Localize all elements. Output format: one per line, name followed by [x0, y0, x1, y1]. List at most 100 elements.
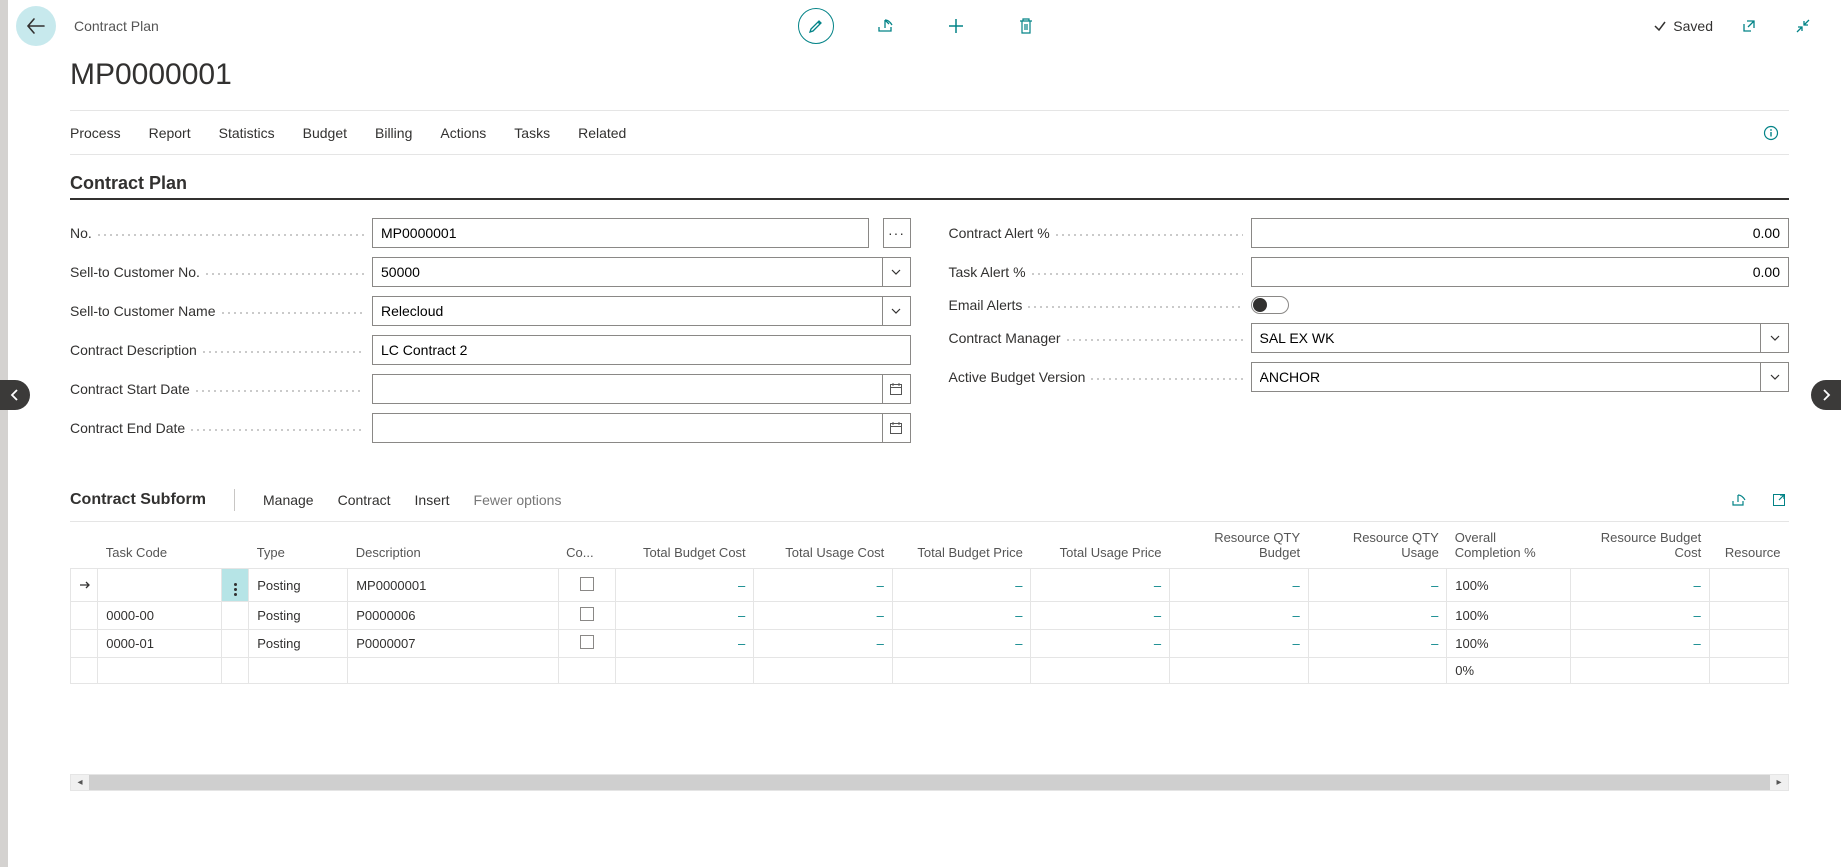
- popout-button[interactable]: [1731, 8, 1767, 44]
- col-total-usage-cost[interactable]: Total Usage Cost: [754, 522, 893, 569]
- subform-table: Task Code Type Description Co... Total B…: [70, 522, 1789, 684]
- menu-tabs: Process Report Statistics Budget Billing…: [70, 111, 1789, 155]
- table-row[interactable]: 0000-01PostingP0000007––––––100%–: [71, 630, 1789, 658]
- tab-actions[interactable]: Actions: [440, 125, 486, 141]
- col-total-budget-price[interactable]: Total Budget Price: [892, 522, 1031, 569]
- edit-button[interactable]: [798, 8, 834, 44]
- subform-fewer-options[interactable]: Fewer options: [474, 492, 562, 508]
- col-resource-qty-budget[interactable]: Resource QTY Budget: [1170, 522, 1309, 569]
- share-icon: [877, 18, 895, 34]
- contract-alert-label: Contract Alert %: [949, 225, 1054, 241]
- task-alert-input[interactable]: [1251, 257, 1790, 287]
- no-more-button[interactable]: ···: [883, 218, 911, 248]
- table-row[interactable]: 0000-00PostingP0000006––––––100%–: [71, 602, 1789, 630]
- sell-to-no-input[interactable]: [372, 257, 883, 287]
- tab-process[interactable]: Process: [70, 125, 121, 141]
- chevron-down-icon: [1770, 335, 1780, 341]
- col-total-usage-price[interactable]: Total Usage Price: [1031, 522, 1170, 569]
- scroll-left-button[interactable]: ◂: [71, 775, 89, 790]
- prev-record-button[interactable]: [0, 380, 30, 410]
- sell-to-name-label: Sell-to Customer Name: [70, 303, 220, 319]
- checkbox[interactable]: [580, 635, 594, 649]
- page-actions: [798, 8, 1044, 44]
- next-record-button[interactable]: [1811, 380, 1841, 410]
- collapse-icon: [1795, 18, 1811, 34]
- new-button[interactable]: [938, 8, 974, 44]
- checkbox[interactable]: [580, 607, 594, 621]
- pencil-icon: [808, 18, 824, 34]
- chevron-down-icon: [1770, 374, 1780, 380]
- tab-tasks[interactable]: Tasks: [514, 125, 550, 141]
- manager-dropdown[interactable]: [1761, 323, 1789, 353]
- checkbox[interactable]: [580, 577, 594, 591]
- email-alerts-toggle[interactable]: [1251, 296, 1289, 314]
- no-input[interactable]: [372, 218, 869, 248]
- col-task-code[interactable]: Task Code: [98, 522, 222, 569]
- end-date-label: Contract End Date: [70, 420, 189, 436]
- col-resource-budget-cost[interactable]: Resource Budget Cost: [1571, 522, 1710, 569]
- back-button[interactable]: [16, 6, 56, 46]
- share-icon: [1731, 493, 1747, 507]
- col-resource-qty-usage[interactable]: Resource QTY Usage: [1308, 522, 1447, 569]
- save-status: Saved: [1653, 18, 1713, 34]
- subform-manage[interactable]: Manage: [263, 492, 314, 508]
- subform-title[interactable]: Contract Subform: [70, 491, 206, 509]
- budget-version-dropdown[interactable]: [1761, 362, 1789, 392]
- col-type[interactable]: Type: [249, 522, 348, 569]
- tab-statistics[interactable]: Statistics: [219, 125, 275, 141]
- start-date-input[interactable]: [372, 374, 883, 404]
- share-button[interactable]: [868, 8, 904, 44]
- tab-budget[interactable]: Budget: [303, 125, 347, 141]
- start-date-picker[interactable]: [883, 374, 911, 404]
- delete-button[interactable]: [1008, 8, 1044, 44]
- col-description[interactable]: Description: [348, 522, 558, 569]
- end-date-picker[interactable]: [883, 413, 911, 443]
- subform-maximize-button[interactable]: [1769, 490, 1789, 510]
- sell-to-no-dropdown[interactable]: [883, 257, 911, 287]
- sell-to-name-dropdown[interactable]: [883, 296, 911, 326]
- chevron-down-icon: [891, 308, 901, 314]
- subform-insert[interactable]: Insert: [415, 492, 450, 508]
- arrow-left-icon: [26, 17, 46, 35]
- chevron-down-icon: [891, 269, 901, 275]
- trash-icon: [1018, 17, 1034, 35]
- scroll-right-button[interactable]: ▸: [1770, 775, 1788, 790]
- col-co[interactable]: Co...: [558, 522, 615, 569]
- col-total-budget-cost[interactable]: Total Budget Cost: [615, 522, 754, 569]
- manager-input[interactable]: [1251, 323, 1762, 353]
- description-input[interactable]: [372, 335, 911, 365]
- description-label: Contract Description: [70, 342, 201, 358]
- task-alert-label: Task Alert %: [949, 264, 1030, 280]
- table-row[interactable]: 0%: [71, 658, 1789, 684]
- section-title[interactable]: Contract Plan: [70, 173, 1789, 194]
- tab-report[interactable]: Report: [149, 125, 191, 141]
- contract-alert-input[interactable]: [1251, 218, 1790, 248]
- budget-version-label: Active Budget Version: [949, 369, 1090, 385]
- budget-version-input[interactable]: [1251, 362, 1762, 392]
- manager-label: Contract Manager: [949, 330, 1065, 346]
- subform-share-button[interactable]: [1729, 490, 1749, 510]
- sell-to-no-label: Sell-to Customer No.: [70, 264, 204, 280]
- popout-icon: [1741, 18, 1757, 34]
- subform-contract[interactable]: Contract: [338, 492, 391, 508]
- left-gutter: [0, 0, 8, 867]
- col-resource[interactable]: Resource: [1709, 522, 1788, 569]
- more-vertical-icon: [234, 583, 237, 596]
- breadcrumb[interactable]: Contract Plan: [74, 18, 159, 34]
- calendar-icon: [889, 382, 903, 396]
- horizontal-scrollbar[interactable]: ◂ ▸: [70, 774, 1789, 791]
- table-row[interactable]: PostingMP0000001––––––100%–: [71, 569, 1789, 602]
- arrow-right-icon: [79, 580, 91, 590]
- end-date-input[interactable]: [372, 413, 883, 443]
- collapse-button[interactable]: [1785, 8, 1821, 44]
- tab-related[interactable]: Related: [578, 125, 626, 141]
- email-alerts-label: Email Alerts: [949, 297, 1027, 313]
- check-icon: [1653, 19, 1667, 33]
- col-overall-completion[interactable]: Overall Completion %: [1447, 522, 1571, 569]
- info-button[interactable]: [1753, 115, 1789, 151]
- row-menu-button[interactable]: [221, 569, 248, 602]
- tab-billing[interactable]: Billing: [375, 125, 412, 141]
- expand-icon: [1772, 493, 1786, 507]
- calendar-icon: [889, 421, 903, 435]
- sell-to-name-input[interactable]: [372, 296, 883, 326]
